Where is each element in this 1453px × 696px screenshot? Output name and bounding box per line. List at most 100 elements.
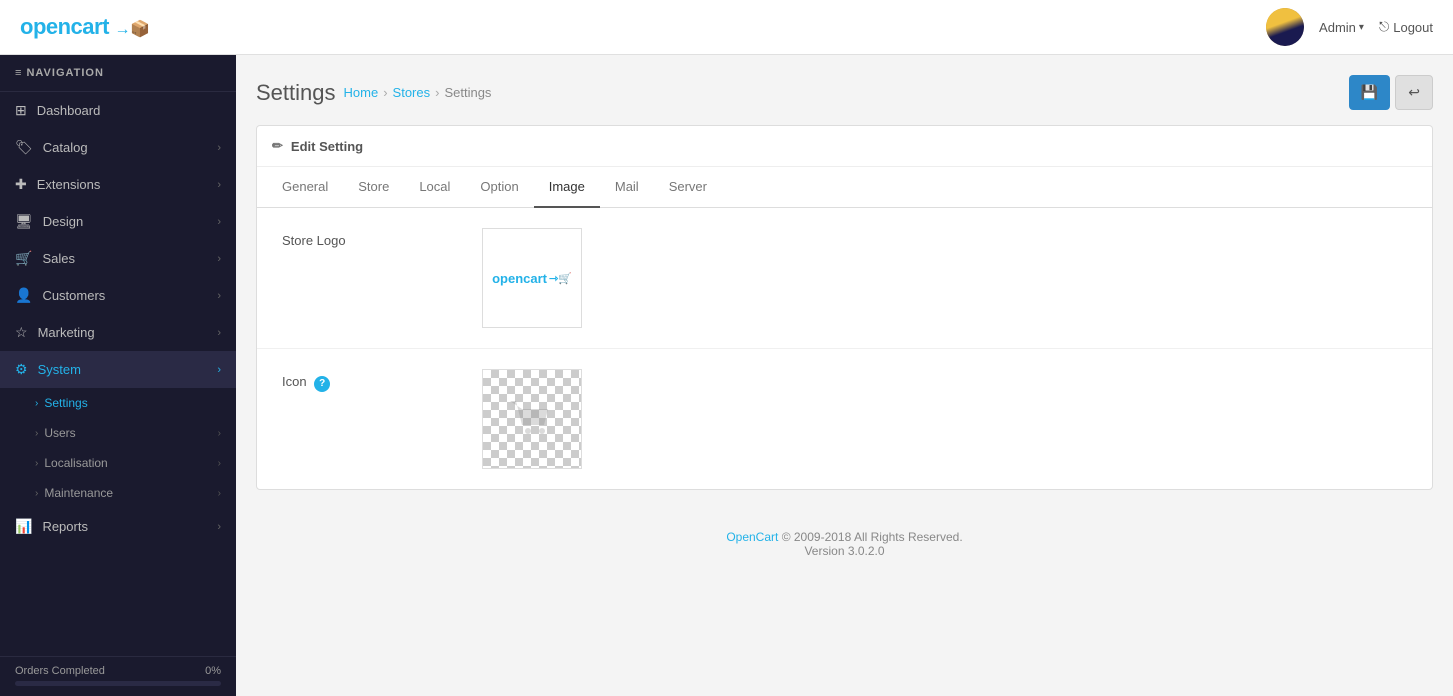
- sidebar-item-extensions[interactable]: ✚ Extensions ›: [0, 166, 236, 203]
- sidebar-item-dashboard[interactable]: ⊞ Dashboard: [0, 92, 236, 129]
- progress-bar-background: [15, 681, 221, 686]
- tab-store-label: Store: [358, 179, 389, 194]
- top-header: opencart →︎📦 Admin ▾ ⎋ Logout: [0, 0, 1453, 55]
- icon-row: Icon ?: [257, 349, 1432, 489]
- chevron-right-icon: ›: [218, 428, 221, 439]
- tab-image[interactable]: Image: [534, 167, 600, 208]
- sub-dot-icon: ›: [35, 458, 38, 469]
- marketing-icon: ☆: [15, 324, 28, 341]
- sub-dot-icon: ›: [35, 428, 38, 439]
- breadcrumb-current: Settings: [444, 85, 491, 100]
- store-logo-control: opencart ⇾🛒: [482, 228, 1407, 328]
- nav-header-label: ≡ NAVIGATION: [15, 67, 104, 79]
- tab-server-label: Server: [669, 179, 707, 194]
- tab-mail-label: Mail: [615, 179, 639, 194]
- help-icon[interactable]: ?: [314, 376, 330, 392]
- page-title-area: Settings Home › Stores › Settings: [256, 80, 491, 106]
- tab-local[interactable]: Local: [404, 167, 465, 208]
- logout-icon: ⎋: [1379, 19, 1389, 35]
- chevron-right-icon: ›: [218, 458, 221, 469]
- pencil-icon: ✏: [272, 138, 283, 154]
- tabs-row: General Store Local Option Image Mail: [257, 167, 1432, 208]
- admin-avatar: [1266, 8, 1304, 46]
- page-header: Settings Home › Stores › Settings 💾 ↩: [256, 75, 1433, 110]
- store-logo-label: Store Logo: [282, 228, 482, 248]
- sidebar-sub-settings[interactable]: › Settings: [0, 388, 236, 418]
- tab-store[interactable]: Store: [343, 167, 404, 208]
- header-actions: 💾 ↩: [1349, 75, 1433, 110]
- sub-item-label: Maintenance: [44, 486, 113, 500]
- sidebar-item-label: Catalog: [43, 140, 88, 155]
- icon-image[interactable]: [482, 369, 582, 469]
- tab-option[interactable]: Option: [465, 167, 533, 208]
- chevron-right-icon: ›: [218, 488, 221, 499]
- breadcrumb: Home › Stores › Settings: [344, 85, 492, 100]
- save-button[interactable]: 💾: [1349, 75, 1390, 110]
- sidebar-item-customers[interactable]: 👤 Customers ›: [0, 277, 236, 314]
- logo-text: opencart →︎📦: [20, 14, 149, 40]
- progress-title: Orders Completed: [15, 665, 105, 677]
- sidebar-sub-users[interactable]: › Users ›: [0, 418, 236, 448]
- content-footer: OpenCart © 2009-2018 All Rights Reserved…: [256, 510, 1433, 578]
- dashboard-icon: ⊞: [15, 102, 27, 119]
- back-button[interactable]: ↩: [1395, 75, 1433, 110]
- cart-svg: [502, 389, 562, 449]
- nav-item-left: ⚙ System: [15, 361, 81, 378]
- sidebar-item-marketing[interactable]: ☆ Marketing ›: [0, 314, 236, 351]
- sidebar-item-reports[interactable]: 📊 Reports ›: [0, 508, 236, 545]
- chevron-right-icon: ›: [217, 253, 221, 265]
- design-icon: 🖥: [15, 213, 33, 230]
- tab-option-label: Option: [480, 179, 518, 194]
- chevron-right-icon: ›: [217, 290, 221, 302]
- card-header-label: Edit Setting: [291, 139, 363, 154]
- chevron-right-icon: ›: [217, 364, 221, 376]
- sidebar-item-label: System: [38, 362, 81, 377]
- sidebar-sub-maintenance[interactable]: › Maintenance ›: [0, 478, 236, 508]
- chevron-right-icon: ›: [217, 216, 221, 228]
- chevron-right-icon: ›: [217, 327, 221, 339]
- sidebar-item-label: Sales: [42, 251, 75, 266]
- header-right: Admin ▾ ⎋ Logout: [1266, 8, 1433, 46]
- sidebar-item-system[interactable]: ⚙ System ›: [0, 351, 236, 388]
- sidebar-item-design[interactable]: 🖥 Design ›: [0, 203, 236, 240]
- chevron-right-icon: ›: [217, 142, 221, 154]
- sub-item-label: Localisation: [44, 456, 107, 470]
- tab-general[interactable]: General: [267, 167, 343, 208]
- admin-label: Admin: [1319, 20, 1356, 35]
- icon-control: [482, 369, 1407, 469]
- sidebar-item-catalog[interactable]: 🏷 Catalog ›: [0, 129, 236, 166]
- progress-area: Orders Completed 0%: [0, 656, 236, 696]
- icon-label: Icon ?: [282, 369, 482, 392]
- sub-dot-icon: ›: [35, 398, 38, 409]
- nav-item-left: 🖥 Design: [15, 213, 83, 230]
- breadcrumb-home[interactable]: Home: [344, 85, 379, 100]
- nav-item-left: 🛒 Sales: [15, 250, 75, 267]
- tab-image-label: Image: [549, 179, 585, 194]
- store-logo-image[interactable]: opencart ⇾🛒: [482, 228, 582, 328]
- logout-label: Logout: [1393, 20, 1433, 35]
- sidebar-item-label: Dashboard: [37, 103, 101, 118]
- logout-button[interactable]: ⎋ Logout: [1379, 19, 1433, 35]
- settings-card: ✏ Edit Setting General Store Local Optio…: [256, 125, 1433, 490]
- nav-item-left: 🏷 Catalog: [15, 139, 88, 156]
- nav-item-left: 📊 Reports: [15, 518, 88, 535]
- reports-icon: 📊: [15, 518, 32, 535]
- icon-label-text: Icon: [282, 374, 307, 389]
- chevron-right-icon: ›: [217, 179, 221, 191]
- sidebar-sub-localisation[interactable]: › Localisation ›: [0, 448, 236, 478]
- footer-link[interactable]: OpenCart: [726, 530, 778, 544]
- avatar-inner: [1266, 8, 1304, 46]
- sidebar-item-label: Design: [43, 214, 83, 229]
- tab-mail[interactable]: Mail: [600, 167, 654, 208]
- chevron-right-icon: ›: [217, 521, 221, 533]
- nav-item-left: ☆ Marketing: [15, 324, 95, 341]
- admin-dropdown[interactable]: Admin ▾: [1319, 20, 1364, 35]
- breadcrumb-stores[interactable]: Stores: [393, 85, 431, 100]
- sidebar-item-label: Customers: [42, 288, 105, 303]
- sidebar-item-sales[interactable]: 🛒 Sales ›: [0, 240, 236, 277]
- tab-general-label: General: [282, 179, 328, 194]
- sidebar: ≡ NAVIGATION ⊞ Dashboard 🏷 Catalog › ✚ E…: [0, 55, 236, 696]
- breadcrumb-sep: ›: [383, 85, 387, 100]
- tab-server[interactable]: Server: [654, 167, 722, 208]
- page-title: Settings: [256, 80, 336, 106]
